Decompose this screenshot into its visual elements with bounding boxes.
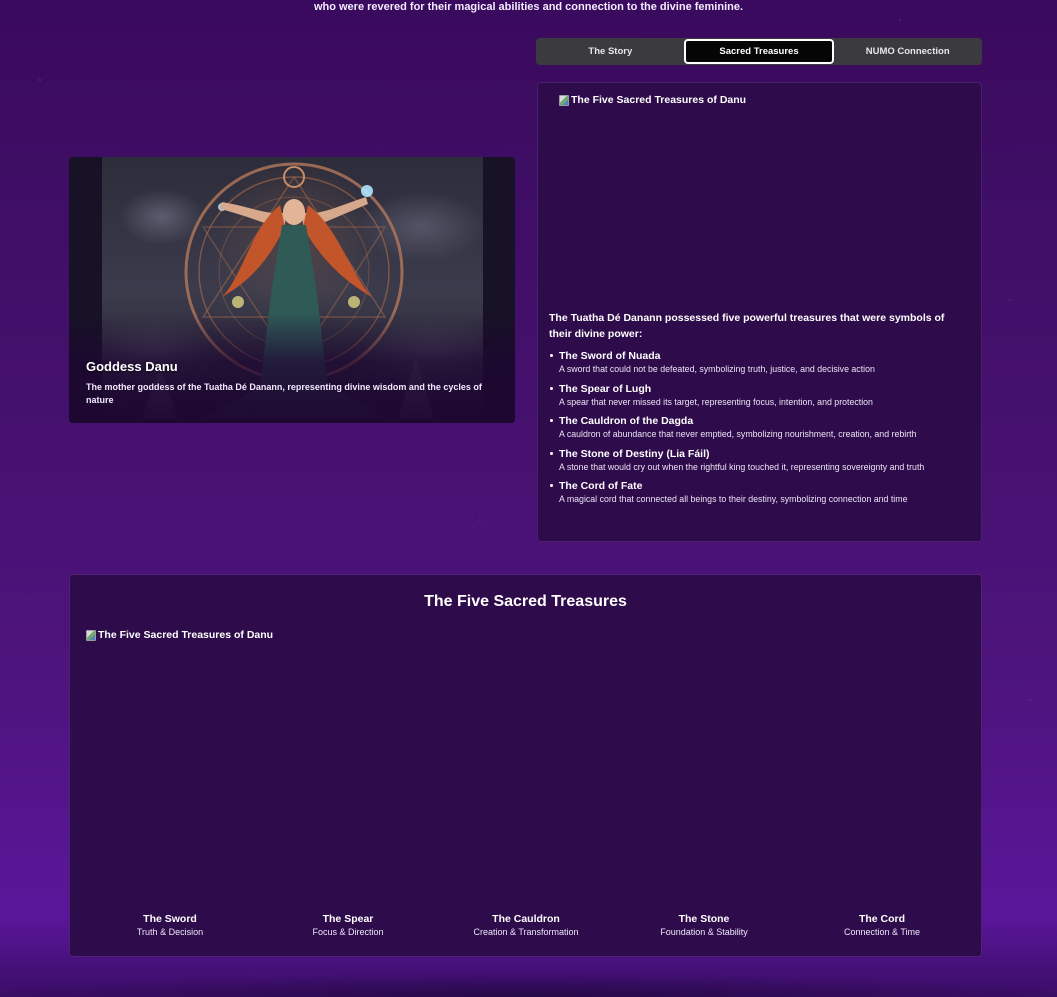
label-spear: The Spear Focus & Direction [259, 912, 437, 939]
label-name: The Cord [858, 913, 906, 925]
tab-sacred-treasures[interactable]: Sacred Treasures [683, 39, 835, 64]
five-treasures-section: The Five Sacred Treasures The Five Sacre… [69, 574, 982, 957]
label-subtitle: Focus & Direction [312, 927, 384, 937]
list-item: The Sword of Nuada A sword that could no… [549, 349, 974, 376]
treasure-description: A cauldron of abundance that never empti… [559, 429, 917, 439]
label-name: The Stone [678, 913, 730, 925]
treasure-list: The Sword of Nuada A sword that could no… [549, 349, 974, 512]
treasure-name: The Cauldron of the Dagda [559, 415, 694, 427]
label-stone: The Stone Foundation & Stability [615, 912, 793, 939]
treasures-image-alt: The Five Sacred Treasures of Danu [571, 94, 747, 106]
treasure-description: A sword that could not be defeated, symb… [559, 364, 875, 374]
label-subtitle: Connection & Time [843, 927, 921, 937]
label-name: The Cauldron [492, 913, 560, 925]
treasure-labels: The Sword Truth & Decision The Spear Foc… [81, 912, 971, 939]
treasure-name: The Cord of Fate [559, 480, 643, 492]
broken-image-icon [559, 94, 569, 106]
tab-bar: The Story Sacred Treasures NUMO Connecti… [536, 38, 982, 65]
treasure-name: The Spear of Lugh [559, 382, 652, 395]
list-item: The Spear of Lugh A spear that never mis… [549, 382, 974, 409]
sacred-treasures-panel: The Five Sacred Treasures of Danu The Tu… [537, 82, 982, 542]
list-item: The Cord of Fate A magical cord that con… [549, 479, 974, 506]
label-subtitle: Foundation & Stability [660, 927, 748, 937]
treasures-image-broken: The Five Sacred Treasures of Danu [559, 94, 746, 106]
section-image-alt: The Five Sacred Treasures of Danu [98, 629, 274, 641]
bottom-wave-decoration [0, 957, 1057, 997]
treasures-intro: The Tuatha Dé Danann possessed five powe… [549, 312, 945, 340]
tab-numo-connection[interactable]: NUMO Connection [834, 39, 981, 64]
section-image-broken: The Five Sacred Treasures of Danu [86, 629, 273, 641]
tab-the-story[interactable]: The Story [537, 39, 684, 64]
label-cauldron: The Cauldron Creation & Transformation [437, 912, 615, 939]
list-item: The Cauldron of the Dagda A cauldron of … [549, 414, 974, 441]
broken-image-icon [86, 629, 96, 641]
treasure-description: A magical cord that connected all beings… [559, 494, 908, 504]
goddess-description: The mother goddess of the Tuatha Dé Dana… [86, 382, 482, 405]
label-subtitle: Creation & Transformation [473, 927, 579, 937]
label-name: The Sword [143, 913, 197, 925]
goddess-card: Goddess Danu The mother goddess of the T… [69, 157, 515, 423]
treasure-description: A spear that never missed its target, re… [559, 396, 873, 407]
treasure-description: A stone that would cry out when the righ… [559, 461, 925, 472]
treasure-name: The Stone of Destiny (Lia Fáil) [559, 447, 710, 460]
section-title: The Five Sacred Treasures [424, 593, 627, 610]
label-cord: The Cord Connection & Time [793, 912, 971, 939]
list-item: The Stone of Destiny (Lia Fáil) A stone … [549, 447, 974, 474]
label-subtitle: Truth & Decision [136, 927, 204, 937]
intro-text: who were revered for their magical abili… [313, 1, 744, 13]
goddess-title: Goddess Danu [86, 359, 178, 374]
treasure-name: The Sword of Nuada [559, 350, 661, 362]
label-name: The Spear [322, 913, 374, 925]
label-sword: The Sword Truth & Decision [81, 912, 259, 939]
